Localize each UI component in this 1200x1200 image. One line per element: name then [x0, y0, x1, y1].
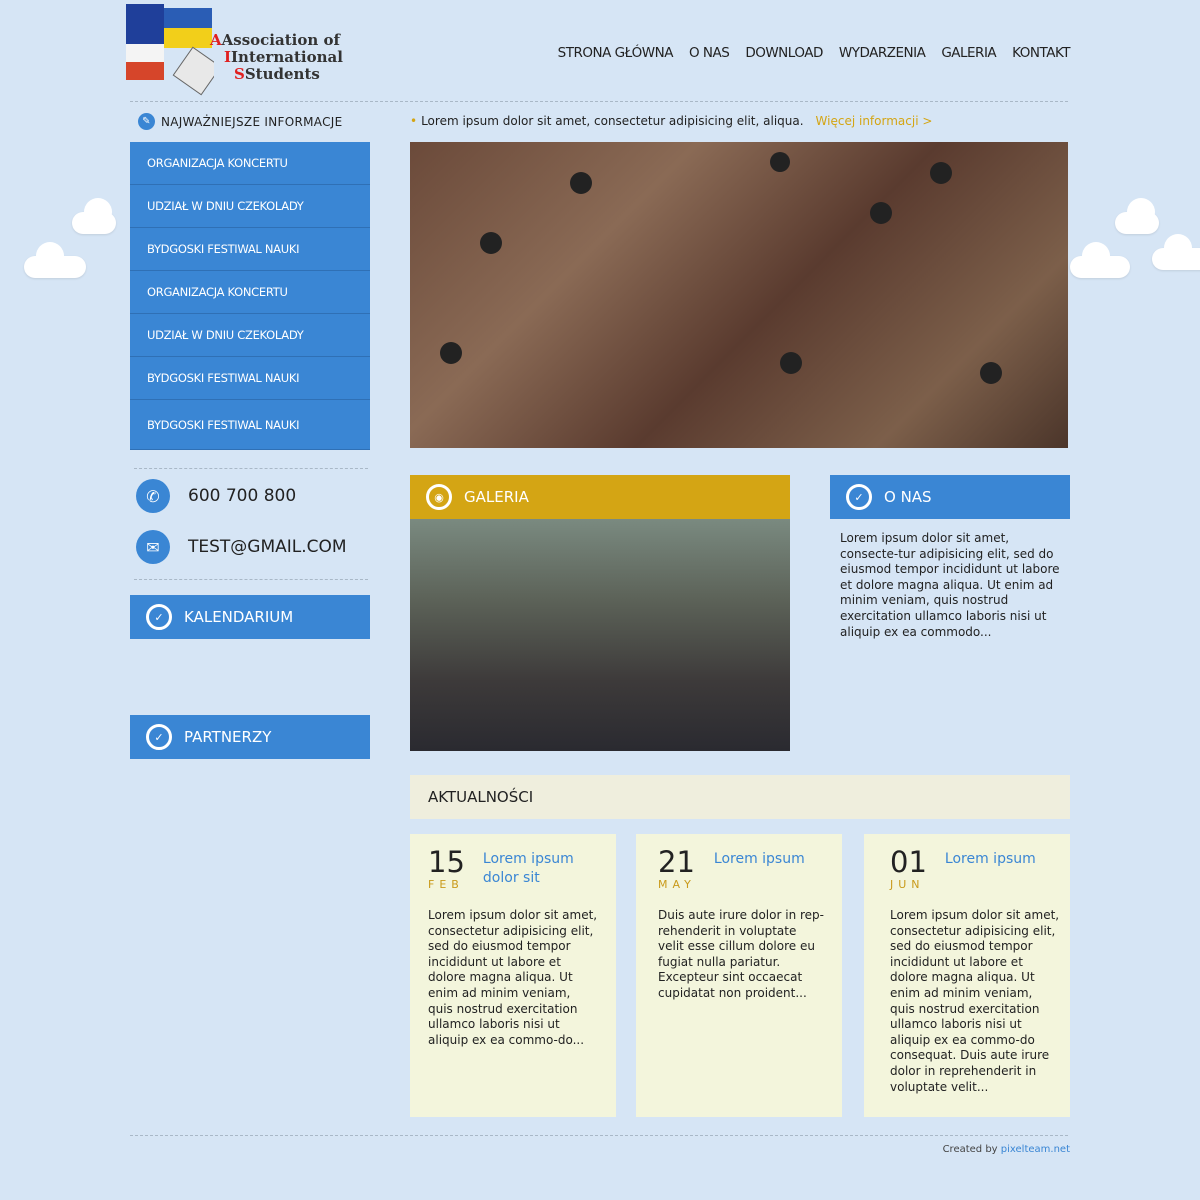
kalendarium-label: KALENDARIUM: [184, 608, 294, 626]
email-contact: ✉ TEST@GMAIL.COM: [136, 530, 347, 564]
news-text: Duis aute irure dolor in rep-rehenderit …: [658, 908, 824, 1000]
divider: [134, 579, 368, 580]
phone-number: 600 700 800: [188, 486, 297, 506]
news-card[interactable]: 01 JUN Lorem ipsum Lorem ipsum dolor sit …: [864, 834, 1070, 1117]
main-nav: STRONA GŁÓWNA O NAS DOWNLOAD WYDARZENIA …: [558, 45, 1071, 61]
sidebar-item[interactable]: ORGANIZACJA KONCERTU: [130, 271, 370, 314]
partnerzy-label: PARTNERZY: [184, 728, 272, 746]
sidebar-item[interactable]: BYDGOSKI FESTIWAL NAUKI: [130, 357, 370, 400]
logo-text: AAssociation of IInternational SStudents: [210, 31, 343, 83]
news-month: FEB: [428, 878, 464, 891]
gallery-header[interactable]: ◉ GALERIA: [410, 475, 790, 519]
cloud-decoration: [1070, 242, 1130, 278]
nav-download[interactable]: DOWNLOAD: [745, 45, 823, 61]
about-text: Lorem ipsum dolor sit amet, consecte-tur…: [840, 531, 1060, 639]
news-card[interactable]: 21 MAY Lorem ipsum Duis aute irure dolor …: [636, 834, 842, 1117]
news-title[interactable]: Lorem ipsum dolor sit: [483, 850, 598, 906]
ticker-text: Lorem ipsum dolor sit amet, consectetur …: [421, 114, 804, 128]
news-card[interactable]: 15 FEB Lorem ipsum dolor sit Lorem ipsum …: [410, 834, 616, 1117]
news-text: Lorem ipsum dolor sit amet, consectetur …: [428, 908, 598, 1047]
footer-link[interactable]: pixelteam.net: [1001, 1144, 1070, 1155]
sidebar-item[interactable]: BYDGOSKI FESTIWAL NAUKI: [130, 400, 370, 450]
mail-icon: ✉: [136, 530, 170, 564]
news-month: MAY: [658, 878, 696, 891]
divider: [130, 1135, 1068, 1136]
footer-credit: Created by pixelteam.net: [943, 1144, 1070, 1155]
sidebar-item[interactable]: UDZIAŁ W DNIU CZEKOLADY: [130, 314, 370, 357]
pin-icon: ✎: [138, 113, 155, 130]
more-info-link[interactable]: Więcej informacji >: [816, 114, 933, 128]
sidebar-menu: ORGANIZACJA KONCERTU UDZIAŁ W DNIU CZEKO…: [130, 142, 370, 450]
hero-photo: [410, 142, 1068, 448]
phone-contact: ✆ 600 700 800: [136, 479, 296, 513]
divider: [130, 101, 1068, 102]
cloud-decoration: [1152, 234, 1200, 270]
info-heading: ✎ NAJWAŻNIEJSZE INFORMACJE: [138, 113, 343, 130]
clock-icon: ✓: [146, 724, 172, 750]
about-header[interactable]: ✓ O NAS: [830, 475, 1070, 519]
kalendarium-header[interactable]: ✓ KALENDARIUM: [130, 595, 370, 639]
phone-icon: ✆: [136, 479, 170, 513]
nav-about[interactable]: O NAS: [689, 45, 730, 61]
logo[interactable]: AAssociation of IInternational SStudents: [124, 2, 343, 100]
news-title[interactable]: Lorem ipsum: [714, 850, 805, 906]
divider: [134, 468, 368, 469]
about-label: O NAS: [884, 488, 932, 506]
nav-gallery[interactable]: GALERIA: [941, 45, 996, 61]
gallery-label: GALERIA: [464, 488, 529, 506]
gallery-photo[interactable]: [410, 519, 790, 751]
news-title[interactable]: Lorem ipsum: [945, 850, 1036, 906]
news-section-header: AKTUALNOŚCI: [410, 775, 1070, 819]
camera-icon: ◉: [426, 484, 452, 510]
news-day: 01: [890, 845, 927, 879]
puzzle-logo-icon: [126, 4, 222, 96]
sidebar-item[interactable]: BYDGOSKI FESTIWAL NAUKI: [130, 228, 370, 271]
bullet-icon: •: [410, 114, 418, 128]
news-month: JUN: [890, 878, 925, 891]
email-address[interactable]: TEST@GMAIL.COM: [188, 537, 347, 557]
clock-icon: ✓: [146, 604, 172, 630]
footer-prefix: Created by: [942, 1144, 998, 1155]
news-day: 21: [658, 845, 695, 879]
nav-contact[interactable]: KONTAKT: [1012, 45, 1070, 61]
news-ticker: • Lorem ipsum dolor sit amet, consectetur…: [410, 114, 932, 128]
sidebar-item[interactable]: UDZIAŁ W DNIU CZEKOLADY: [130, 185, 370, 228]
info-heading-label: NAJWAŻNIEJSZE INFORMACJE: [161, 114, 343, 129]
news-day: 15: [428, 845, 465, 879]
clock-icon: ✓: [846, 484, 872, 510]
partnerzy-header[interactable]: ✓ PARTNERZY: [130, 715, 370, 759]
news-text: Lorem ipsum dolor sit amet, consectetur …: [890, 908, 1060, 1094]
nav-home[interactable]: STRONA GŁÓWNA: [558, 45, 674, 61]
cloud-decoration: [72, 198, 116, 234]
cloud-decoration: [24, 242, 86, 278]
nav-events[interactable]: WYDARZENIA: [839, 45, 926, 61]
sidebar-item[interactable]: ORGANIZACJA KONCERTU: [130, 142, 370, 185]
cloud-decoration: [1115, 198, 1159, 234]
